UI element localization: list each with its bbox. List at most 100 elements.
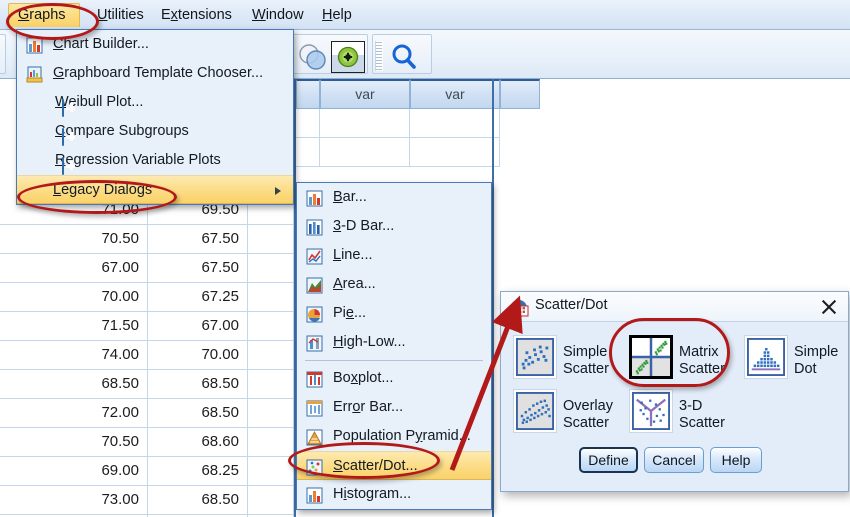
grid-cell[interactable] (248, 283, 294, 312)
menu-item-bar-label: ar... (342, 189, 367, 205)
menu-item-weibull-plot-label: eibull Plot... (68, 94, 144, 110)
simple-scatter-thumb-image (516, 338, 554, 376)
menu-item-compare-subgroups[interactable]: Compare Subgroups (17, 117, 293, 146)
define-button[interactable]: Define (579, 447, 638, 473)
grid-cell[interactable]: 70.00 (0, 283, 148, 312)
plus-icon (62, 128, 64, 146)
add-green-plus-icon[interactable] (331, 41, 365, 73)
grid-cell[interactable]: 68.25 (148, 457, 248, 486)
menu-item-population-pyramid-label: ramid... (422, 428, 471, 444)
column-header-var-1[interactable]: var (320, 79, 410, 109)
cancel-button[interactable]: Cancel (644, 447, 704, 473)
plus-icon (62, 99, 64, 117)
grid-cell[interactable]: 73.00 (0, 486, 148, 515)
grid-cell[interactable] (248, 254, 294, 283)
plus-icon (62, 157, 64, 175)
boxplot-icon (306, 370, 323, 388)
toolbar-gripper[interactable] (375, 41, 383, 71)
menu-item-error-bar[interactable]: Error Bar... (297, 393, 491, 422)
grid-cell[interactable]: 71.50 (0, 312, 148, 341)
grid-cell[interactable] (248, 312, 294, 341)
column-header-var-2[interactable]: var (410, 79, 500, 109)
bar-chart-icon (306, 189, 323, 207)
menu-item-graphboard-label: raphboard Template Chooser... (64, 65, 264, 81)
menu-item-compare-subgroups-label: ompare Subgroups (65, 123, 189, 139)
menu-item-weibull-plot[interactable]: Weibull Plot... (17, 88, 293, 117)
option-line2: Dot (794, 361, 817, 377)
grid-cell[interactable]: 70.50 (0, 225, 148, 254)
grid-cell[interactable]: 74.00 (0, 341, 148, 370)
highlow-icon (306, 334, 323, 352)
overlay-scatter-thumb[interactable] (513, 389, 557, 433)
close-icon[interactable] (820, 298, 838, 316)
menu-item-histogram[interactable]: Histogram... (297, 480, 491, 509)
line-chart-icon (306, 247, 323, 265)
grid-cell-empty[interactable] (320, 109, 410, 138)
menu-item-pie[interactable]: Pie... (297, 299, 491, 328)
grid-cell-empty[interactable] (296, 138, 320, 167)
help-button-label: Help (721, 452, 751, 468)
menu-item-boxplot[interactable]: Boxplot... (297, 364, 491, 393)
venn-circles-icon[interactable] (295, 41, 329, 73)
cancel-button-label: Cancel (652, 452, 696, 468)
grid-cell[interactable]: 67.25 (148, 283, 248, 312)
menu-item-graphboard-template-chooser[interactable]: Graphboard Template Chooser... (17, 59, 293, 88)
help-button[interactable]: Help (710, 447, 762, 473)
grid-cell[interactable] (248, 399, 294, 428)
grid-cell[interactable]: 68.50 (148, 399, 248, 428)
grid-cell[interactable] (248, 370, 294, 399)
option-label-simple-scatter[interactable]: Simple Scatter (563, 344, 609, 378)
grid-cell[interactable]: 68.50 (148, 486, 248, 515)
grid-cell[interactable]: 67.00 (0, 254, 148, 283)
grid-cell-empty[interactable] (410, 109, 500, 138)
option-label-overlay-scatter[interactable]: Overlay Scatter (563, 398, 613, 432)
menu-item-chart-builder-label: hart Builder... (63, 36, 149, 52)
grid-cell[interactable]: 67.50 (148, 225, 248, 254)
menu-item-high-low[interactable]: High-Low... (297, 328, 491, 357)
simple-dot-thumb[interactable] (744, 335, 788, 379)
grid-cell[interactable] (248, 341, 294, 370)
grid-cell-empty[interactable] (296, 109, 320, 138)
grid-cell[interactable] (248, 486, 294, 515)
menu-item-regression-variable-plots[interactable]: Regression Variable Plots (17, 146, 293, 175)
menu-help-label: elp (332, 7, 352, 23)
column-header-var-2-label: var (445, 86, 465, 102)
column-header-partial[interactable] (296, 79, 320, 109)
simple-dot-thumb-image (747, 338, 785, 376)
simple-scatter-thumb[interactable] (513, 335, 557, 379)
grid-cell[interactable]: 68.50 (148, 370, 248, 399)
menu-help[interactable]: Help (313, 3, 361, 27)
option-line2: Scatter (563, 415, 609, 431)
grid-vertical-rule (492, 79, 494, 517)
menu-item-bar[interactable]: Bar... (297, 183, 491, 212)
graphboard-icon (26, 65, 43, 83)
menu-item-area[interactable]: Area... (297, 270, 491, 299)
menu-separator (305, 360, 483, 361)
grid-cell[interactable] (248, 428, 294, 457)
menu-extensions[interactable]: Extensions (152, 3, 241, 27)
column-header-var-3[interactable] (500, 79, 540, 109)
grid-cell[interactable]: 67.00 (148, 312, 248, 341)
menu-item-line[interactable]: Line... (297, 241, 491, 270)
grid-cell[interactable]: 68.60 (148, 428, 248, 457)
menu-item-3d-bar[interactable]: 3-D Bar... (297, 212, 491, 241)
grid-cell[interactable] (248, 225, 294, 254)
grid-cell[interactable]: 70.00 (148, 341, 248, 370)
menu-item-high-low-label: igh-Low... (343, 334, 406, 350)
menu-item-boxplot-label: plot... (358, 370, 394, 386)
grid-cell[interactable]: 69.00 (0, 457, 148, 486)
menu-window[interactable]: Window (243, 3, 313, 27)
scatter3d-thumb[interactable] (629, 389, 673, 433)
grid-cell[interactable]: 72.00 (0, 399, 148, 428)
area-chart-icon (306, 276, 323, 294)
grid-cell[interactable]: 68.50 (0, 370, 148, 399)
option-line2: Scatter (563, 361, 609, 377)
option-label-3d-scatter[interactable]: 3-D Scatter (679, 398, 725, 432)
search-magnifier-icon[interactable] (387, 41, 421, 73)
grid-cell-empty[interactable] (410, 138, 500, 167)
option-label-simple-dot[interactable]: Simple Dot (794, 344, 838, 378)
pyramid-icon (306, 428, 323, 446)
grid-cell-empty[interactable] (320, 138, 410, 167)
grid-cell[interactable]: 67.50 (148, 254, 248, 283)
grid-cell[interactable]: 70.50 (0, 428, 148, 457)
